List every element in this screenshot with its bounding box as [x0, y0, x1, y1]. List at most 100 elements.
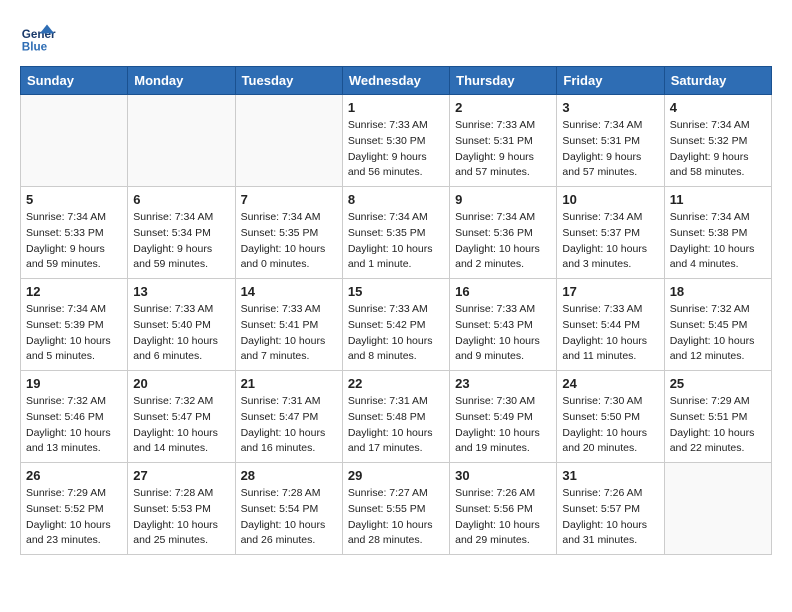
- calendar-cell: 4Sunrise: 7:34 AM Sunset: 5:32 PM Daylig…: [664, 95, 771, 187]
- day-info: Sunrise: 7:33 AM Sunset: 5:31 PM Dayligh…: [455, 118, 551, 181]
- day-number: 22: [348, 376, 444, 391]
- calendar-cell: [128, 95, 235, 187]
- svg-text:Blue: Blue: [22, 41, 48, 54]
- calendar-cell: 12Sunrise: 7:34 AM Sunset: 5:39 PM Dayli…: [21, 279, 128, 371]
- day-info: Sunrise: 7:33 AM Sunset: 5:40 PM Dayligh…: [133, 302, 229, 365]
- calendar-cell: 2 Sunrise: 7:33 AM Sunset: 5:31 PM Daylig…: [450, 95, 557, 187]
- day-info: Sunrise: 7:33 AM Sunset: 5:41 PM Dayligh…: [241, 302, 337, 365]
- calendar-header-row: SundayMondayTuesdayWednesdayThursdayFrid…: [21, 67, 772, 95]
- calendar-cell: 6 Sunrise: 7:34 AM Sunset: 5:34 PM Daylig…: [128, 187, 235, 279]
- calendar-cell: 8 Sunrise: 7:34 AM Sunset: 5:35 PM Daylig…: [342, 187, 449, 279]
- day-info: Sunrise: 7:30 AM Sunset: 5:49 PM Dayligh…: [455, 394, 551, 457]
- day-number: 15: [348, 284, 444, 299]
- calendar-cell: 10 Sunrise: 7:34 AM Sunset: 5:37 PM Dayli…: [557, 187, 664, 279]
- calendar-cell: [235, 95, 342, 187]
- calendar-cell: 13 Sunrise: 7:33 AM Sunset: 5:40 PM Dayli…: [128, 279, 235, 371]
- day-number: 18: [670, 284, 766, 299]
- calendar-cell: 26 Sunrise: 7:29 AM Sunset: 5:52 PM Dayli…: [21, 463, 128, 555]
- day-number: 6: [133, 192, 229, 207]
- day-number: 14: [241, 284, 337, 299]
- day-number: 30: [455, 468, 551, 483]
- weekday-header-friday: Friday: [557, 67, 664, 95]
- calendar-week-1: 1 Sunrise: 7:33 AM Sunset: 5:30 PM Daylig…: [21, 95, 772, 187]
- day-info: Sunrise: 7:33 AM Sunset: 5:43 PM Dayligh…: [455, 302, 551, 365]
- calendar-cell: 25Sunrise: 7:29 AM Sunset: 5:51 PM Dayli…: [664, 371, 771, 463]
- logo: General Blue: [20, 20, 60, 56]
- calendar-cell: 9 Sunrise: 7:34 AM Sunset: 5:36 PM Daylig…: [450, 187, 557, 279]
- weekday-header-monday: Monday: [128, 67, 235, 95]
- day-number: 10: [562, 192, 658, 207]
- day-number: 20: [133, 376, 229, 391]
- day-number: 4: [670, 100, 766, 115]
- calendar-cell: 17 Sunrise: 7:33 AM Sunset: 5:44 PM Dayli…: [557, 279, 664, 371]
- calendar-table: SundayMondayTuesdayWednesdayThursdayFrid…: [20, 66, 772, 555]
- weekday-header-tuesday: Tuesday: [235, 67, 342, 95]
- day-number: 24: [562, 376, 658, 391]
- day-number: 11: [670, 192, 766, 207]
- calendar-cell: 1 Sunrise: 7:33 AM Sunset: 5:30 PM Daylig…: [342, 95, 449, 187]
- calendar-cell: 11 Sunrise: 7:34 AM Sunset: 5:38 PM Dayli…: [664, 187, 771, 279]
- day-info: Sunrise: 7:32 AM Sunset: 5:47 PM Dayligh…: [133, 394, 229, 457]
- day-number: 13: [133, 284, 229, 299]
- page-header: General Blue: [20, 20, 772, 56]
- day-number: 8: [348, 192, 444, 207]
- day-info: Sunrise: 7:28 AM Sunset: 5:53 PM Dayligh…: [133, 486, 229, 549]
- day-number: 31: [562, 468, 658, 483]
- day-number: 17: [562, 284, 658, 299]
- day-info: Sunrise: 7:31 AM Sunset: 5:48 PM Dayligh…: [348, 394, 444, 457]
- calendar-week-3: 12Sunrise: 7:34 AM Sunset: 5:39 PM Dayli…: [21, 279, 772, 371]
- calendar-week-4: 19 Sunrise: 7:32 AM Sunset: 5:46 PM Dayli…: [21, 371, 772, 463]
- day-number: 19: [26, 376, 122, 391]
- day-number: 27: [133, 468, 229, 483]
- day-info: Sunrise: 7:33 AM Sunset: 5:30 PM Dayligh…: [348, 118, 444, 181]
- day-info: Sunrise: 7:34 AM Sunset: 5:37 PM Dayligh…: [562, 210, 658, 273]
- calendar-cell: 29Sunrise: 7:27 AM Sunset: 5:55 PM Dayli…: [342, 463, 449, 555]
- day-info: Sunrise: 7:30 AM Sunset: 5:50 PM Dayligh…: [562, 394, 658, 457]
- day-number: 9: [455, 192, 551, 207]
- calendar-cell: 16Sunrise: 7:33 AM Sunset: 5:43 PM Dayli…: [450, 279, 557, 371]
- day-info: Sunrise: 7:32 AM Sunset: 5:45 PM Dayligh…: [670, 302, 766, 365]
- day-number: 23: [455, 376, 551, 391]
- calendar-cell: 24 Sunrise: 7:30 AM Sunset: 5:50 PM Dayli…: [557, 371, 664, 463]
- day-info: Sunrise: 7:32 AM Sunset: 5:46 PM Dayligh…: [26, 394, 122, 457]
- calendar-week-5: 26 Sunrise: 7:29 AM Sunset: 5:52 PM Dayli…: [21, 463, 772, 555]
- day-info: Sunrise: 7:34 AM Sunset: 5:36 PM Dayligh…: [455, 210, 551, 273]
- calendar-cell: [664, 463, 771, 555]
- day-info: Sunrise: 7:34 AM Sunset: 5:34 PM Dayligh…: [133, 210, 229, 273]
- calendar-cell: 31Sunrise: 7:26 AM Sunset: 5:57 PM Dayli…: [557, 463, 664, 555]
- logo-icon: General Blue: [20, 20, 56, 56]
- day-info: Sunrise: 7:34 AM Sunset: 5:38 PM Dayligh…: [670, 210, 766, 273]
- calendar-cell: 5 Sunrise: 7:34 AM Sunset: 5:33 PM Daylig…: [21, 187, 128, 279]
- calendar-cell: 19 Sunrise: 7:32 AM Sunset: 5:46 PM Dayli…: [21, 371, 128, 463]
- weekday-header-sunday: Sunday: [21, 67, 128, 95]
- day-number: 2: [455, 100, 551, 115]
- day-number: 1: [348, 100, 444, 115]
- day-info: Sunrise: 7:34 AM Sunset: 5:35 PM Dayligh…: [241, 210, 337, 273]
- day-info: Sunrise: 7:34 AM Sunset: 5:35 PM Dayligh…: [348, 210, 444, 273]
- weekday-header-wednesday: Wednesday: [342, 67, 449, 95]
- calendar-cell: 7Sunrise: 7:34 AM Sunset: 5:35 PM Daylig…: [235, 187, 342, 279]
- day-info: Sunrise: 7:31 AM Sunset: 5:47 PM Dayligh…: [241, 394, 337, 457]
- calendar-cell: 18 Sunrise: 7:32 AM Sunset: 5:45 PM Dayli…: [664, 279, 771, 371]
- day-info: Sunrise: 7:33 AM Sunset: 5:42 PM Dayligh…: [348, 302, 444, 365]
- day-number: 25: [670, 376, 766, 391]
- calendar-cell: 21Sunrise: 7:31 AM Sunset: 5:47 PM Dayli…: [235, 371, 342, 463]
- day-info: Sunrise: 7:29 AM Sunset: 5:52 PM Dayligh…: [26, 486, 122, 549]
- day-info: Sunrise: 7:34 AM Sunset: 5:31 PM Dayligh…: [562, 118, 658, 181]
- day-number: 26: [26, 468, 122, 483]
- weekday-header-saturday: Saturday: [664, 67, 771, 95]
- calendar-cell: 3 Sunrise: 7:34 AM Sunset: 5:31 PM Daylig…: [557, 95, 664, 187]
- day-info: Sunrise: 7:34 AM Sunset: 5:33 PM Dayligh…: [26, 210, 122, 273]
- calendar-cell: 27 Sunrise: 7:28 AM Sunset: 5:53 PM Dayli…: [128, 463, 235, 555]
- calendar-cell: 30 Sunrise: 7:26 AM Sunset: 5:56 PM Dayli…: [450, 463, 557, 555]
- calendar-cell: 15 Sunrise: 7:33 AM Sunset: 5:42 PM Dayli…: [342, 279, 449, 371]
- day-number: 3: [562, 100, 658, 115]
- day-info: Sunrise: 7:33 AM Sunset: 5:44 PM Dayligh…: [562, 302, 658, 365]
- calendar-cell: 22 Sunrise: 7:31 AM Sunset: 5:48 PM Dayli…: [342, 371, 449, 463]
- calendar-cell: 23 Sunrise: 7:30 AM Sunset: 5:49 PM Dayli…: [450, 371, 557, 463]
- calendar-week-2: 5 Sunrise: 7:34 AM Sunset: 5:33 PM Daylig…: [21, 187, 772, 279]
- calendar-cell: 28Sunrise: 7:28 AM Sunset: 5:54 PM Dayli…: [235, 463, 342, 555]
- day-number: 5: [26, 192, 122, 207]
- day-info: Sunrise: 7:27 AM Sunset: 5:55 PM Dayligh…: [348, 486, 444, 549]
- day-info: Sunrise: 7:26 AM Sunset: 5:56 PM Dayligh…: [455, 486, 551, 549]
